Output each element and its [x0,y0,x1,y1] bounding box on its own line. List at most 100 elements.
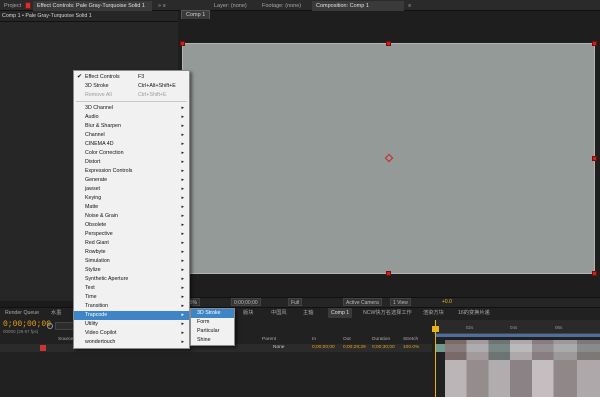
menu-item-category[interactable]: Rowbyte ▸ [74,248,189,257]
search-icon[interactable] [47,323,53,329]
menu-item-category[interactable]: Audio ▸ [74,113,189,122]
handle-top-center[interactable] [386,41,391,46]
handle-top-left[interactable] [180,41,185,46]
layer-out[interactable]: 0;00;29;29 [343,344,366,352]
menu-item-shortcut: Ctrl+Shift+E [138,92,167,98]
comp-subtab[interactable]: Comp 1 [181,10,211,19]
timeline-tab-5[interactable]: 主轴 [300,308,316,318]
layer-in[interactable]: 0;00;00;00 [312,344,335,352]
col-duration[interactable]: Duration [372,336,390,344]
breadcrumb: Comp 1 • Pale Gray-Turquoise Solid 1 [2,13,92,19]
submenu-item-form[interactable]: Form [191,318,234,327]
tab-effect-controls[interactable]: Effect Controls: Pale Gray-Turquoise Sol… [33,1,152,11]
menu-item-label: Effect Controls [85,74,120,80]
timeline-tab-4[interactable]: 中国风 [268,308,290,318]
col-stretch[interactable]: Stretch [403,336,418,344]
submenu-arrow-icon: ▸ [181,276,184,282]
menu-item-category[interactable]: Text ▸ [74,284,189,293]
submenu-item-particular[interactable]: Particular [191,327,234,336]
submenu-arrow-icon: ▸ [181,294,184,300]
timeline-timecode[interactable]: 0;00;00;00 [3,320,51,329]
menu-item-category[interactable]: Matte ▸ [74,203,189,212]
menu-item-category[interactable]: Red Giant ▸ [74,239,189,248]
tab-project[interactable]: Project [0,1,25,11]
work-area-bar[interactable] [436,334,600,337]
handle-middle-right[interactable] [592,156,597,161]
menu-item-label: Audio [85,114,99,120]
timeline-tab-8[interactable]: 渲染方块 [420,308,447,318]
tab-footage[interactable]: Footage: (none) [258,1,305,11]
lock-icon[interactable] [25,2,31,9]
render-queue-tab[interactable]: Render Queue [2,308,42,318]
handle-bottom-right[interactable] [592,271,597,276]
menu-item-category[interactable]: Stylize ▸ [74,266,189,275]
layer-stretch[interactable]: 100.0% [403,344,419,352]
col-parent[interactable]: Parent [262,336,276,344]
menu-item-3d-stroke[interactable]: 3D Stroke Ctrl+Alt+Shift+E [74,82,189,91]
menu-item-label: wondertouch [85,339,116,345]
handle-top-right[interactable] [592,41,597,46]
menu-item-category[interactable]: Synthetic Aperture ▸ [74,275,189,284]
timeline-tab-7[interactable]: NCW快万名选择工作 [360,308,415,318]
menu-item-category[interactable]: Video Copilot ▸ [74,329,189,338]
viewer-timecode[interactable]: 0;00;00;00 [231,298,261,306]
submenu-arrow-icon: ▸ [181,339,184,345]
menu-item-category[interactable]: Obsolete ▸ [74,221,189,230]
submenu-arrow-icon: ▸ [181,321,184,327]
menu-item-label: Transition [85,303,109,309]
handle-bottom-center[interactable] [386,271,391,276]
timeline-tab-9[interactable]: 16的变换片递 [455,308,493,318]
submenu-arrow-icon: ▸ [181,204,184,210]
menu-item-effect-controls[interactable]: ✔ Effect Controls F3 [74,73,189,82]
menu-item-category[interactable]: Noise & Grain ▸ [74,212,189,221]
tab-overflow-menu[interactable]: » ≡ [154,1,170,11]
trapcode-submenu: 3D Stroke Form Particular Shine [190,308,235,346]
menu-item-category[interactable]: 3D Channel ▸ [74,104,189,113]
menu-item-category[interactable]: Trapcode ▸ [74,311,189,320]
timeline-tab-comp1[interactable]: Comp 1 [328,308,353,318]
menu-item-category[interactable]: Time ▸ [74,293,189,302]
camera-dropdown[interactable]: Active Camera [343,298,382,306]
layer-label-color[interactable] [40,345,46,351]
submenu-arrow-icon: ▸ [181,285,184,291]
layer-duration[interactable]: 0;00;30;00 [372,344,395,352]
menu-item-category[interactable]: wondertouch ▸ [74,338,189,347]
exposure-value[interactable]: +0.0 [442,299,452,305]
menu-item-label: Matte [85,204,99,210]
menu-item-label: Blur & Sharpen [85,123,121,129]
submenu-item-shine[interactable]: Shine [191,336,234,345]
menu-item-category[interactable]: Transition ▸ [74,302,189,311]
menu-item-category[interactable]: CINEMA 4D ▸ [74,140,189,149]
timeline-fps: 00000 (29.97 fps) [3,329,39,334]
menu-item-category[interactable]: Simulation ▸ [74,257,189,266]
tab-composition[interactable]: Composition: Comp 1 [312,1,404,11]
submenu-arrow-icon: ▸ [181,123,184,129]
menu-item-category[interactable]: Channel ▸ [74,131,189,140]
menu-item-category[interactable]: Blur & Sharpen ▸ [74,122,189,131]
menu-item-category[interactable]: jawset ▸ [74,185,189,194]
layer-parent[interactable]: None [273,344,284,352]
timeline-tab-1[interactable]: 水墨 [48,308,64,318]
menu-item-category[interactable]: Keying ▸ [74,194,189,203]
menu-item-label: Channel [85,132,105,138]
menu-item-remove-all[interactable]: Remove All Ctrl+Shift+E [74,91,189,100]
menu-item-label: Video Copilot [85,330,117,336]
tab-layer[interactable]: Layer: (none) [210,1,251,11]
menu-item-category[interactable]: Color Correction ▸ [74,149,189,158]
menu-item-category[interactable]: Expression Controls ▸ [74,167,189,176]
submenu-item-3d-stroke[interactable]: 3D Stroke [191,309,234,318]
search-input[interactable] [55,322,75,330]
menu-item-category[interactable]: Generate ▸ [74,176,189,185]
menu-item-category[interactable]: Perspective ▸ [74,230,189,239]
submenu-arrow-icon: ▸ [181,330,184,336]
timeline-tab-3[interactable]: 版块 [240,308,256,318]
col-in[interactable]: In [312,336,316,344]
views-dropdown[interactable]: 1 View [390,298,411,306]
menu-item-category[interactable]: Distort ▸ [74,158,189,167]
menu-item-category[interactable]: Utility ▸ [74,320,189,329]
submenu-arrow-icon: ▸ [181,240,184,246]
resolution-dropdown[interactable]: Full [288,298,303,306]
tab-composition-menu[interactable]: ≡ [404,1,415,11]
col-out[interactable]: Out [343,336,351,344]
playhead-handle[interactable] [432,326,439,332]
